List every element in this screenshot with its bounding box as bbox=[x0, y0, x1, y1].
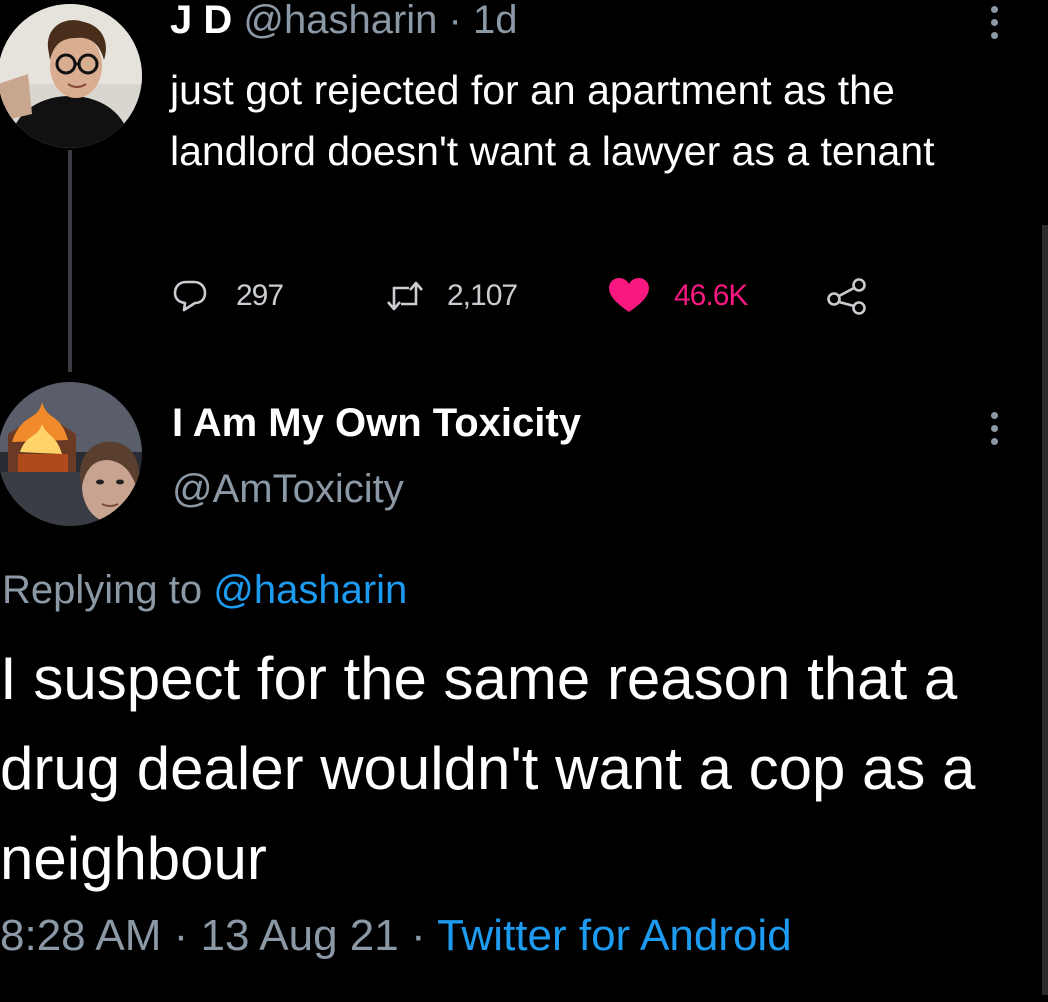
tweet2-text: I suspect for the same reason that a dru… bbox=[0, 645, 976, 892]
tweet2-time[interactable]: 8:28 AM bbox=[0, 911, 161, 960]
scrollbar-track[interactable] bbox=[1042, 225, 1048, 995]
replying-to-label: Replying to bbox=[2, 568, 214, 612]
reply-icon bbox=[173, 280, 207, 312]
reply-button[interactable]: 297 bbox=[172, 274, 284, 318]
reply-count: 297 bbox=[236, 279, 284, 312]
retweet-button[interactable]: 2,107 bbox=[385, 274, 518, 318]
replying-to-line: Replying to @hasharin bbox=[2, 564, 407, 616]
timestamp-separator: · bbox=[161, 911, 201, 960]
share-button[interactable] bbox=[826, 274, 868, 318]
like-button[interactable]: 46.6K bbox=[608, 274, 748, 318]
retweet-icon bbox=[387, 281, 423, 311]
avatar-jd-image bbox=[0, 4, 142, 148]
avatar-amtoxicity-image bbox=[0, 382, 142, 526]
retweet-count: 2,107 bbox=[447, 279, 518, 312]
tweet2-timestamp-line: 8:28 AM · 13 Aug 21 · Twitter for Androi… bbox=[0, 906, 792, 966]
tweet2-author-handle[interactable]: @AmToxicity bbox=[172, 464, 404, 514]
like-count: 46.6K bbox=[674, 279, 748, 312]
tweet1-action-bar: 297 2,107 46.6K bbox=[172, 274, 892, 318]
tweet-thread-screen: J D @hasharin · 1d just got rejected for… bbox=[0, 0, 1048, 1002]
tweet1-header: J D @hasharin · 1d bbox=[170, 0, 518, 44]
thread-connector-line bbox=[68, 150, 72, 372]
share-icon bbox=[827, 278, 866, 315]
more-vertical-icon[interactable] bbox=[991, 412, 1001, 451]
tweet2-source-link[interactable]: Twitter for Android bbox=[437, 911, 792, 960]
tweet1-age[interactable]: 1d bbox=[473, 0, 518, 42]
heart-icon bbox=[609, 278, 649, 312]
tweet1-text: just got rejected for an apartment as th… bbox=[170, 67, 935, 174]
tweet2-date[interactable]: 13 Aug 21 bbox=[201, 911, 399, 960]
tweet1-separator: · bbox=[448, 0, 462, 42]
more-vertical-icon[interactable] bbox=[991, 6, 1001, 45]
replying-to-handle-link[interactable]: @hasharin bbox=[213, 568, 407, 612]
tweet1-author-name[interactable]: J D bbox=[170, 0, 232, 42]
avatar-jd[interactable] bbox=[0, 4, 142, 148]
tweet2-author-name[interactable]: I Am My Own Toxicity bbox=[172, 398, 581, 448]
source-separator: · bbox=[398, 911, 438, 960]
tweet1-author-handle[interactable]: @hasharin bbox=[243, 0, 437, 42]
avatar-amtoxicity[interactable] bbox=[0, 382, 142, 526]
